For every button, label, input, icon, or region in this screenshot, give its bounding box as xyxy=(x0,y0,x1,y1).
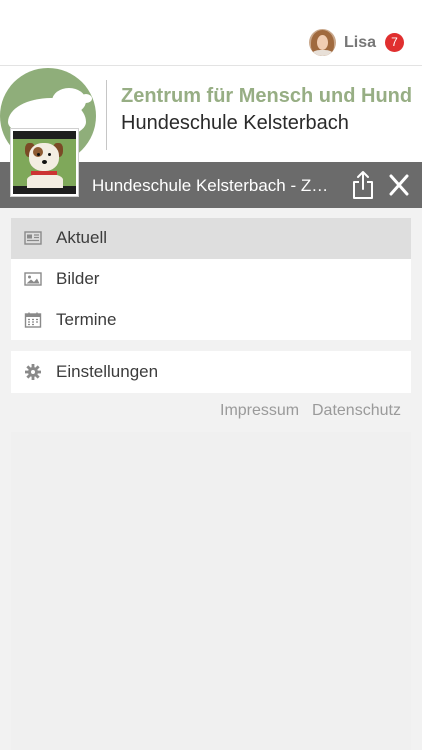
datenschutz-link[interactable]: Datenschutz xyxy=(312,402,401,420)
calendar-icon xyxy=(24,312,42,328)
avatar[interactable] xyxy=(308,29,336,56)
image-icon xyxy=(24,272,42,286)
dog-photo xyxy=(13,139,76,188)
gear-icon xyxy=(25,364,41,380)
menu-item-einstellungen[interactable]: Einstellungen xyxy=(11,351,411,393)
menu-item-label: Bilder xyxy=(56,269,100,289)
menu-item-label: Einstellungen xyxy=(56,362,159,381)
user-menu[interactable]: Lisa 7 xyxy=(308,29,404,56)
share-button[interactable] xyxy=(350,170,376,200)
banner-slogan: Zentrum für Mensch und Hund xyxy=(121,85,413,107)
close-icon xyxy=(389,174,409,196)
user-name[interactable]: Lisa xyxy=(344,34,376,52)
close-button[interactable] xyxy=(386,174,412,196)
menu-item-bilder[interactable]: Bilder xyxy=(11,259,411,300)
page-title: Hundeschule Kelsterbach - Zentrum für Me… xyxy=(92,176,337,195)
notification-badge[interactable]: 7 xyxy=(385,33,404,52)
impressum-link[interactable]: Impressum xyxy=(220,402,299,420)
menu-item-aktuell[interactable]: Aktuell xyxy=(11,218,411,259)
settings-menu: Einstellungen xyxy=(11,351,411,393)
top-bar: Lisa 7 xyxy=(0,0,422,66)
menu-item-termine[interactable]: Termine xyxy=(11,299,411,340)
share-icon xyxy=(353,171,373,199)
page-thumbnail xyxy=(10,128,79,197)
banner-divider xyxy=(106,80,107,150)
newspaper-icon xyxy=(24,231,42,246)
navigation-menu: Aktuell Bilder Termine xyxy=(11,218,411,340)
content-area xyxy=(11,432,411,750)
footer-links: Impressum Datenschutz xyxy=(0,402,422,424)
menu-item-label: Aktuell xyxy=(56,228,108,248)
menu-item-label: Termine xyxy=(56,309,117,329)
banner-school-name: Hundeschule Kelsterbach xyxy=(121,112,349,134)
